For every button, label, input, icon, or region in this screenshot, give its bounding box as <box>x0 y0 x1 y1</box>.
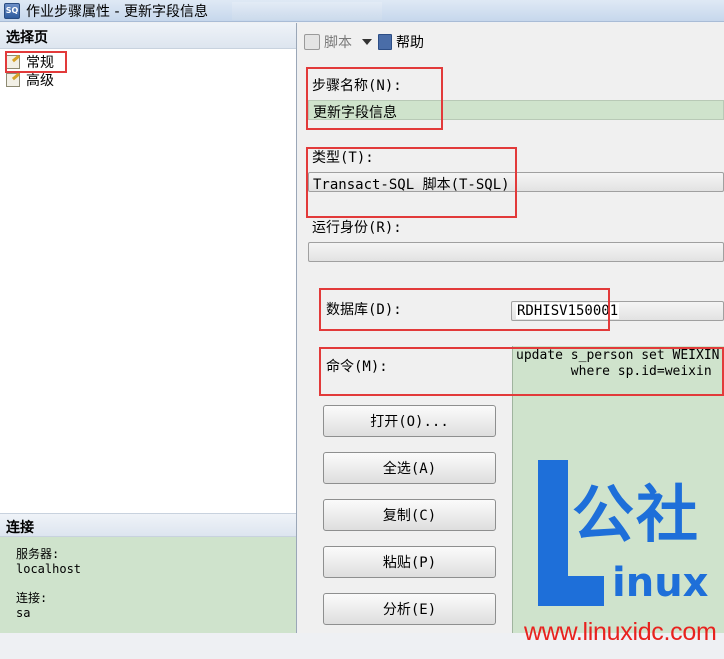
page-icon <box>6 73 20 87</box>
right-panel: 脚本 帮助 步骤名称(N): 更新字段信息 类型(T): Transact-SQ… <box>298 23 724 633</box>
command-label: 命令(M): <box>326 359 388 375</box>
help-label: 帮助 <box>396 35 424 51</box>
title-bar: SQ 作业步骤属性 - 更新字段信息 <box>0 0 724 22</box>
page-item-advanced[interactable]: 高级 <box>6 70 54 90</box>
sql-agent-icon: SQ <box>4 2 20 19</box>
script-icon <box>304 34 320 50</box>
step-name-input[interactable]: 更新字段信息 <box>308 100 724 120</box>
window-title: 作业步骤属性 - 更新字段信息 <box>26 3 208 20</box>
page-icon <box>6 55 20 69</box>
chevron-down-icon[interactable] <box>362 39 372 45</box>
connection-info: 服务器: localhost 连接: sa <box>0 537 296 633</box>
copy-button[interactable]: 复制(C) <box>323 499 496 531</box>
select-all-button[interactable]: 全选(A) <box>323 452 496 484</box>
connection-header: 连接 <box>0 513 296 537</box>
run-as-select[interactable] <box>308 242 724 262</box>
select-page-header: 选择页 <box>0 23 296 49</box>
page-item-advanced-label: 高级 <box>26 73 54 89</box>
page-item-general-label: 常规 <box>26 55 54 71</box>
type-label: 类型(T): <box>312 150 374 166</box>
connection-label: 连接: <box>16 591 48 605</box>
script-button[interactable]: 脚本 <box>304 32 352 52</box>
page-item-general[interactable]: 常规 <box>6 52 54 72</box>
connection-value: sa <box>16 606 31 620</box>
toolbar: 脚本 帮助 <box>298 23 724 61</box>
server-value: localhost <box>16 562 82 576</box>
database-label: 数据库(D): <box>326 302 402 318</box>
parse-button[interactable]: 分析(E) <box>323 593 496 625</box>
run-as-label: 运行身份(R): <box>312 220 402 236</box>
database-value: RDHISV150001 <box>516 303 620 319</box>
step-name-label: 步骤名称(N): <box>312 78 402 94</box>
watermark-url: www.linuxidc.com <box>524 618 717 646</box>
open-button[interactable]: 打开(O)... <box>323 405 496 437</box>
help-icon <box>378 34 392 50</box>
server-label: 服务器: <box>16 547 60 561</box>
left-panel: 选择页 常规 高级 连接 服务器: localhost 连接: sa <box>0 23 297 633</box>
paste-button[interactable]: 粘贴(P) <box>323 546 496 578</box>
command-textarea[interactable]: update s_person set WEIXIN where sp.id=w… <box>512 346 724 633</box>
help-button[interactable]: 帮助 <box>378 32 424 52</box>
database-select[interactable]: RDHISV150001 <box>511 301 724 321</box>
type-select[interactable]: Transact-SQL 脚本(T-SQL) <box>308 172 724 192</box>
title-bar-ghost <box>232 2 382 20</box>
script-label: 脚本 <box>324 35 352 51</box>
